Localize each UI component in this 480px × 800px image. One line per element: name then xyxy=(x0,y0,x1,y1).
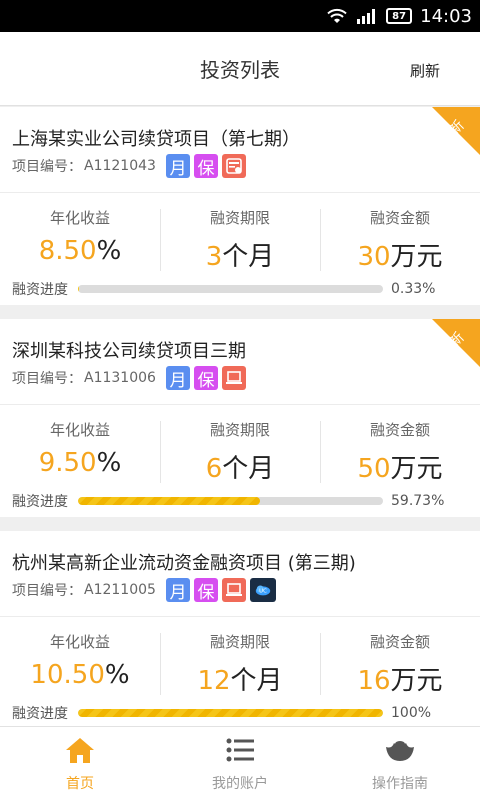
new-ribbon: 最新 xyxy=(410,319,480,389)
home-icon xyxy=(64,735,96,769)
amount-stat: 融资金额 30万元 xyxy=(320,205,480,275)
project-card[interactable]: 深圳某科技公司续贷项目三期 项目编号： A1131006 月保 最新 年化收益 … xyxy=(0,319,480,517)
month-tag: 月 xyxy=(165,366,190,391)
progress-row: 融资进度 0.33% xyxy=(12,279,472,299)
card-divider xyxy=(0,192,480,193)
project-card[interactable]: 上海某实业公司续贷项目（第七期） 项目编号： A1121043 月保 最新 年化… xyxy=(0,107,480,305)
project-code-row: 项目编号： A1131006 月保 xyxy=(12,366,250,391)
progress-fill xyxy=(78,285,79,293)
project-code-row: 项目编号： A1211005 月保 UC xyxy=(12,578,280,603)
rate-stat: 年化收益 10.50% xyxy=(0,629,160,699)
term-value: 12个月 xyxy=(197,666,283,696)
amount-value: 30万元 xyxy=(357,242,443,272)
rate-label: 年化收益 xyxy=(49,209,110,227)
rate-stat: 年化收益 8.50% xyxy=(0,205,160,275)
project-code-row: 项目编号： A1121043 月保 xyxy=(12,154,250,179)
card-divider xyxy=(0,404,480,405)
month-tag: 月 xyxy=(165,578,190,603)
project-name: 深圳某科技公司续贷项目三期 xyxy=(12,341,246,362)
project-code-label: 项目编号： xyxy=(12,371,82,387)
term-label: 融资期限 xyxy=(209,633,270,651)
project-code-label: 项目编号： xyxy=(12,159,82,175)
progress-label: 融资进度 xyxy=(12,706,68,722)
ingot-icon xyxy=(384,735,416,769)
guarantee-tag: 保 xyxy=(193,154,218,179)
progress-percent: 100% xyxy=(391,705,432,721)
nav-bar: 投资列表 刷新 xyxy=(0,32,480,106)
svg-text:UC: UC xyxy=(259,589,267,595)
progress-bar xyxy=(78,285,383,293)
wifi-icon xyxy=(327,8,347,23)
progress-fill xyxy=(78,709,383,717)
tab-bar: 首页 我的账户 操作指南 xyxy=(0,726,480,800)
bank-icon xyxy=(221,154,246,178)
project-card[interactable]: 杭州某高新企业流动资金融资项目 (第三期) 项目编号： A1211005 月保 U… xyxy=(0,531,480,729)
rate-value: 9.50% xyxy=(38,448,122,478)
progress-label: 融资进度 xyxy=(12,494,68,510)
term-stat: 融资期限 12个月 xyxy=(160,629,320,699)
amount-label: 融资金额 xyxy=(369,209,430,227)
term-label: 融资期限 xyxy=(209,421,270,439)
progress-row: 融资进度 59.73% xyxy=(12,491,472,511)
project-code: A1131006 xyxy=(84,370,156,386)
project-code: A1211005 xyxy=(84,582,156,598)
rate-stat: 年化收益 9.50% xyxy=(0,417,160,487)
rate-label: 年化收益 xyxy=(49,421,110,439)
project-name: 杭州某高新企业流动资金融资项目 (第三期) xyxy=(12,553,356,574)
project-code-label: 项目编号： xyxy=(12,583,82,599)
new-ribbon: 最新 xyxy=(410,107,480,177)
tab-label: 首页 xyxy=(66,775,94,792)
tab-label: 操作指南 xyxy=(372,775,428,792)
amount-label: 融资金额 xyxy=(369,633,430,651)
amount-label: 融资金额 xyxy=(369,421,430,439)
month-tag: 月 xyxy=(165,154,190,179)
status-bar: 87 14:03 xyxy=(0,0,480,32)
guarantee-tag: 保 xyxy=(193,366,218,391)
progress-fill xyxy=(78,497,261,505)
amount-stat: 融资金额 16万元 xyxy=(320,629,480,699)
term-label: 融资期限 xyxy=(209,209,270,227)
signal-icon xyxy=(357,9,376,24)
laptop-icon xyxy=(221,366,246,390)
clock: 14:03 xyxy=(420,5,472,27)
tab-ingot[interactable]: 操作指南 xyxy=(320,727,480,800)
cloud-icon: UC xyxy=(249,578,276,602)
project-list: 上海某实业公司续贷项目（第七期） 项目编号： A1121043 月保 最新 年化… xyxy=(0,107,480,743)
card-divider xyxy=(0,616,480,617)
battery-icon: 87 xyxy=(386,8,413,24)
progress-bar xyxy=(78,709,383,717)
project-stats: 年化收益 10.50% 融资期限 12个月 融资金额 16万元 xyxy=(0,629,480,699)
progress-percent: 0.33% xyxy=(391,281,436,297)
refresh-button[interactable]: 刷新 xyxy=(410,60,440,81)
term-value: 3个月 xyxy=(205,242,275,272)
progress-bar xyxy=(78,497,383,505)
amount-value: 16万元 xyxy=(357,666,443,696)
tab-home[interactable]: 首页 xyxy=(0,727,160,800)
term-stat: 融资期限 6个月 xyxy=(160,417,320,487)
guarantee-tag: 保 xyxy=(193,578,218,603)
tab-label: 我的账户 xyxy=(212,775,268,792)
tab-list[interactable]: 我的账户 xyxy=(160,727,320,800)
progress-percent: 59.73% xyxy=(391,493,445,509)
laptop-icon xyxy=(221,578,246,602)
page-title: 投资列表 xyxy=(200,58,280,82)
rate-value: 10.50% xyxy=(30,660,130,690)
project-stats: 年化收益 9.50% 融资期限 6个月 融资金额 50万元 xyxy=(0,417,480,487)
rate-label: 年化收益 xyxy=(49,633,110,651)
progress-row: 融资进度 100% xyxy=(12,703,472,723)
project-name: 上海某实业公司续贷项目（第七期） xyxy=(12,129,300,150)
term-value: 6个月 xyxy=(205,454,275,484)
list-icon xyxy=(224,735,256,769)
amount-value: 50万元 xyxy=(357,454,443,484)
project-code: A1121043 xyxy=(84,158,156,174)
rate-value: 8.50% xyxy=(38,236,122,266)
term-stat: 融资期限 3个月 xyxy=(160,205,320,275)
progress-label: 融资进度 xyxy=(12,282,68,298)
amount-stat: 融资金额 50万元 xyxy=(320,417,480,487)
project-stats: 年化收益 8.50% 融资期限 3个月 融资金额 30万元 xyxy=(0,205,480,275)
